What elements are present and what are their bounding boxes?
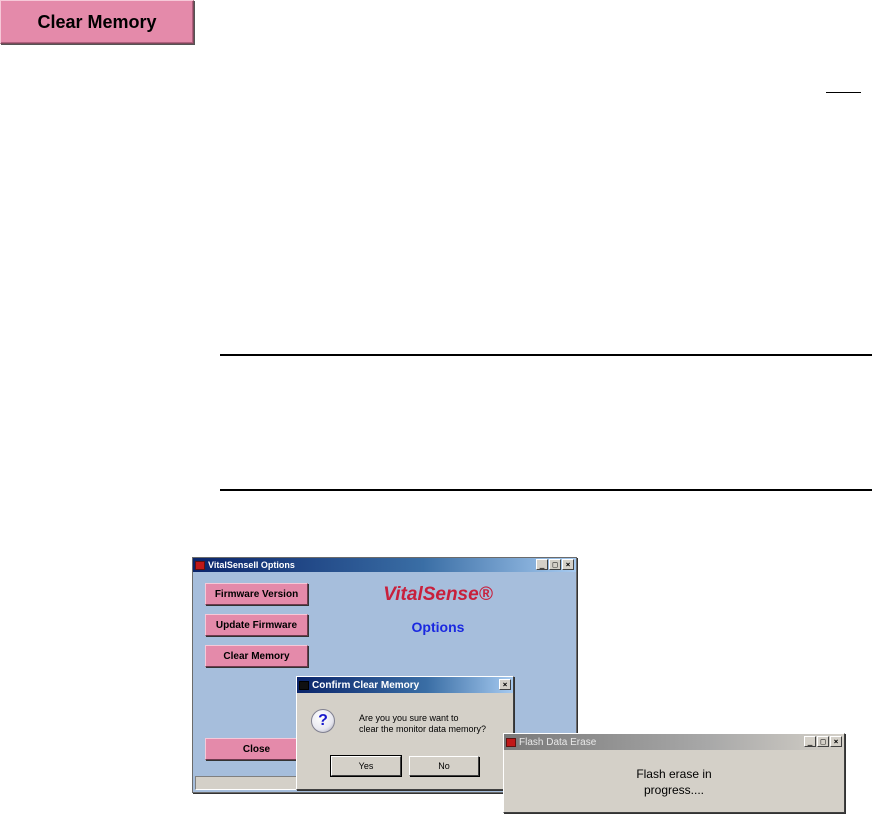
minimize-icon[interactable]: _	[804, 736, 816, 747]
confirm-message: Are you you sure want to clear the monit…	[359, 713, 511, 735]
flash-data-erase-window: Flash Data Erase _ □ × Flash erase in pr…	[503, 733, 845, 813]
close-icon[interactable]: ×	[830, 736, 842, 747]
brand-title: VitalSense®	[383, 584, 493, 605]
divider-top	[220, 354, 872, 356]
minimize-icon[interactable]: _	[536, 559, 548, 570]
options-titlebar[interactable]: VitalSenseII Options _ □ ×	[193, 558, 576, 572]
divider-bottom	[220, 489, 872, 491]
flash-status-line-1: Flash erase in	[636, 767, 712, 781]
maximize-icon[interactable]: □	[817, 736, 829, 747]
flash-status-message: Flash erase in progress....	[504, 766, 844, 798]
confirm-message-line-1: Are you you sure want to	[359, 713, 459, 723]
app-logo-icon	[506, 737, 516, 747]
confirm-dialog-title: Confirm Clear Memory	[312, 679, 420, 691]
firmware-version-button[interactable]: Firmware Version	[205, 583, 308, 605]
clear-memory-option-button[interactable]: Clear Memory	[205, 645, 308, 667]
close-icon[interactable]: ×	[499, 679, 511, 690]
no-button[interactable]: No	[409, 756, 479, 776]
update-firmware-button[interactable]: Update Firmware	[205, 614, 308, 636]
options-window-title: VitalSenseII Options	[208, 560, 295, 570]
status-bar	[195, 776, 303, 790]
close-button[interactable]: Close	[205, 738, 308, 760]
confirm-titlebar[interactable]: Confirm Clear Memory ×	[297, 677, 513, 693]
question-icon: ?	[311, 709, 335, 733]
clear-memory-button[interactable]: Clear Memory	[0, 0, 194, 44]
underline-mark	[826, 92, 861, 93]
flash-window-title: Flash Data Erase	[519, 736, 597, 748]
confirm-clear-memory-dialog: Confirm Clear Memory × ? Are you you sur…	[296, 676, 514, 790]
flash-status-line-2: progress....	[643, 783, 705, 797]
options-subtitle: Options	[411, 619, 465, 635]
confirm-message-line-2: clear the monitor data memory?	[359, 724, 487, 734]
yes-button[interactable]: Yes	[330, 755, 402, 777]
maximize-icon[interactable]: □	[549, 559, 561, 570]
flash-titlebar[interactable]: Flash Data Erase _ □ ×	[504, 734, 844, 750]
app-logo-icon	[195, 560, 205, 570]
close-icon[interactable]: ×	[562, 559, 574, 570]
app-logo-icon	[299, 680, 309, 690]
